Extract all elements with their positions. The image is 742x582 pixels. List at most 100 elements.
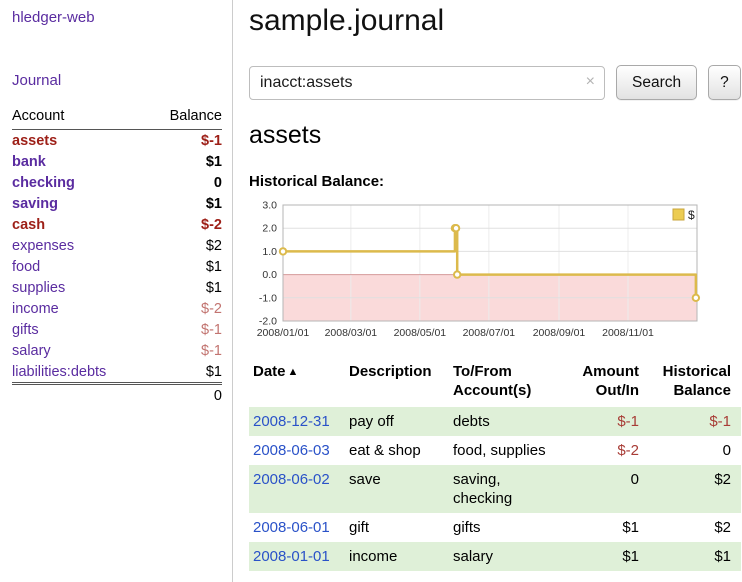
- account-balance: $2: [147, 235, 222, 256]
- account-balance: $-2: [147, 298, 222, 319]
- account-cell: cash: [12, 214, 147, 235]
- svg-text:2.0: 2.0: [262, 223, 277, 235]
- account-row: income $-2: [12, 298, 222, 319]
- balance-header-line1: Historical: [649, 362, 731, 381]
- transaction-date-link[interactable]: 2008-06-03: [253, 442, 330, 459]
- svg-text:1.0: 1.0: [262, 246, 277, 258]
- account-heading: assets: [249, 121, 742, 150]
- transaction-date-cell: 2008-06-02: [249, 465, 349, 513]
- account-link[interactable]: saving: [12, 196, 58, 212]
- balance-header-line2: Balance: [649, 381, 731, 400]
- accounts-total-spacer: [12, 384, 147, 407]
- accounts-table: Account Balance assets$-1bank$1checking0…: [12, 106, 222, 407]
- transaction-date-link[interactable]: 2008-06-02: [253, 471, 330, 488]
- search-button[interactable]: Search: [616, 65, 697, 100]
- account-link[interactable]: bank: [12, 154, 46, 170]
- account-cell: food: [12, 256, 147, 277]
- account-row: food$1: [12, 256, 222, 277]
- accounts-header-line2: Account(s): [453, 381, 561, 400]
- account-cell: bank: [12, 151, 147, 172]
- register-header-balance: Historical Balance: [649, 360, 741, 407]
- account-link[interactable]: assets: [12, 133, 57, 149]
- account-row: assets$-1: [12, 130, 222, 152]
- account-cell: assets: [12, 130, 147, 152]
- historical-balance-chart: 2008/01/012008/03/012008/05/012008/07/01…: [249, 197, 707, 347]
- accounts-total-balance: 0: [147, 384, 222, 407]
- svg-text:$: $: [688, 208, 695, 222]
- transaction-accounts: debts: [453, 407, 571, 436]
- transaction-accounts: gifts: [453, 513, 571, 542]
- transaction-balance: 0: [649, 436, 741, 465]
- app-brand-link[interactable]: hledger-web: [12, 9, 222, 26]
- transaction-amount: 0: [571, 465, 649, 513]
- search-box: ×: [249, 66, 605, 100]
- account-row: cash $-2: [12, 214, 222, 235]
- transaction-amount: $1: [571, 542, 649, 571]
- register-table: Date▲ Description To/From Account(s) Amo…: [249, 360, 741, 571]
- account-balance: $1: [147, 193, 222, 214]
- sidebar-journal-link[interactable]: Journal: [12, 72, 222, 89]
- account-row: bank$1: [12, 151, 222, 172]
- account-balance: 0: [147, 172, 222, 193]
- account-row: gifts $-1: [12, 319, 222, 340]
- account-link[interactable]: income: [12, 301, 59, 317]
- register-row: 2008-06-03eat & shopfood, supplies$-20: [249, 436, 741, 465]
- help-button[interactable]: ?: [708, 65, 741, 100]
- account-cell: gifts: [12, 319, 147, 340]
- account-row: checking 0: [12, 172, 222, 193]
- account-balance: $1: [147, 361, 222, 384]
- svg-text:0.0: 0.0: [262, 269, 277, 281]
- transaction-date-link[interactable]: 2008-12-31: [253, 413, 330, 430]
- account-row: liabilities:debts $1: [12, 361, 222, 384]
- account-link[interactable]: gifts: [12, 322, 39, 338]
- clear-search-icon[interactable]: ×: [586, 73, 595, 91]
- account-balance: $-1: [147, 319, 222, 340]
- account-balance: $-1: [147, 340, 222, 361]
- account-row: expenses $2: [12, 235, 222, 256]
- main-content: sample.journal × Search ? assets Histori…: [233, 0, 742, 582]
- transaction-balance: $2: [649, 513, 741, 542]
- account-link[interactable]: liabilities:debts: [12, 364, 106, 380]
- account-link[interactable]: cash: [12, 217, 45, 233]
- account-balance: $1: [147, 277, 222, 298]
- svg-text:2008/05/01: 2008/05/01: [394, 327, 447, 339]
- account-cell: income: [12, 298, 147, 319]
- transaction-amount: $-1: [571, 407, 649, 436]
- account-link[interactable]: food: [12, 259, 40, 275]
- account-balance: $-2: [147, 214, 222, 235]
- account-link[interactable]: salary: [12, 343, 51, 359]
- transaction-description: income: [349, 542, 453, 571]
- date-header-label: Date: [253, 363, 286, 380]
- transaction-date-cell: 2008-01-01: [249, 542, 349, 571]
- transaction-balance: $1: [649, 542, 741, 571]
- transaction-description: pay off: [349, 407, 453, 436]
- account-link[interactable]: supplies: [12, 280, 65, 296]
- accounts-total-row: 0: [12, 384, 222, 407]
- account-link[interactable]: checking: [12, 175, 75, 191]
- amount-header-line1: Amount: [571, 362, 639, 381]
- account-cell: liabilities:debts: [12, 361, 147, 384]
- account-link[interactable]: expenses: [12, 238, 74, 254]
- transaction-amount: $1: [571, 513, 649, 542]
- transaction-date-link[interactable]: 2008-06-01: [253, 519, 330, 536]
- transaction-description: save: [349, 465, 453, 513]
- account-row: salary $-1: [12, 340, 222, 361]
- transaction-date-cell: 2008-12-31: [249, 407, 349, 436]
- account-row: supplies $1: [12, 277, 222, 298]
- register-row: 2008-06-02savesaving, checking0$2: [249, 465, 741, 513]
- register-row: 2008-06-01giftgifts$1$2: [249, 513, 741, 542]
- register-header-date[interactable]: Date▲: [249, 360, 349, 407]
- transaction-date-link[interactable]: 2008-01-01: [253, 548, 330, 565]
- sidebar: hledger-web Journal Account Balance asse…: [0, 0, 233, 582]
- transaction-description: eat & shop: [349, 436, 453, 465]
- register-header-description: Description: [349, 360, 453, 407]
- app-root: hledger-web Journal Account Balance asse…: [0, 0, 742, 582]
- amount-header-line2: Out/In: [571, 381, 639, 400]
- register-row: 2008-01-01incomesalary$1$1: [249, 542, 741, 571]
- search-form: × Search ?: [249, 65, 742, 100]
- accounts-header-line1: To/From: [453, 362, 561, 381]
- page-title: sample.journal: [249, 4, 742, 38]
- svg-text:2008/11/01: 2008/11/01: [602, 327, 654, 339]
- accounts-header-balance: Balance: [147, 106, 222, 130]
- search-input[interactable]: [249, 66, 605, 100]
